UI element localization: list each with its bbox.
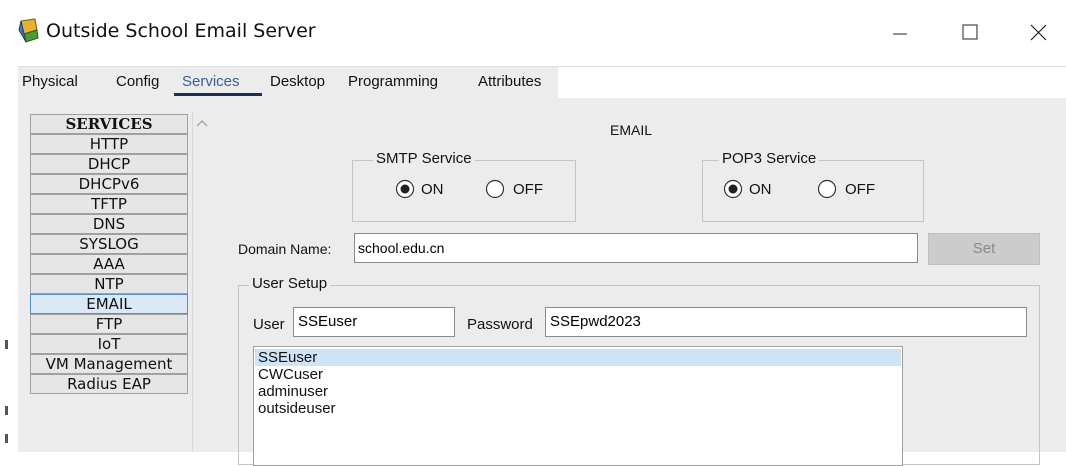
edge-mark	[5, 434, 8, 443]
sidebar-header: SERVICES	[30, 114, 188, 134]
sidebar-item-dhcp[interactable]: DHCP	[30, 154, 188, 174]
sidebar-item-http[interactable]: HTTP	[30, 134, 188, 154]
smtp-on-label: ON	[421, 181, 444, 198]
edge-mark	[5, 340, 8, 349]
window-title: Outside School Email Server	[46, 20, 316, 42]
sidebar-item-tftp[interactable]: TFTP	[30, 194, 188, 214]
pop3-service-group: POP3 Service ON OFF	[702, 150, 924, 222]
close-icon[interactable]	[1018, 14, 1058, 50]
list-item[interactable]: outsideuser	[255, 400, 901, 417]
user-label: User	[253, 316, 285, 333]
list-item[interactable]: CWCuser	[255, 366, 901, 383]
tab-attributes[interactable]: Attributes	[478, 73, 541, 90]
list-item[interactable]: adminuser	[255, 383, 901, 400]
sidebar-item-iot[interactable]: IoT	[30, 334, 188, 354]
sidebar-item-aaa[interactable]: AAA	[30, 254, 188, 274]
smtp-off-label: OFF	[513, 181, 543, 198]
tab-physical[interactable]: Physical	[22, 73, 78, 90]
pop3-on-radio[interactable]	[723, 179, 743, 199]
user-list[interactable]: SSEuser CWCuser adminuser outsideuser	[253, 346, 903, 466]
sidebar-item-syslog[interactable]: SYSLOG	[30, 234, 188, 254]
tab-bar: Physical Config Services Desktop Program…	[18, 66, 1066, 99]
set-button[interactable]: Set	[928, 233, 1040, 265]
domain-name-input[interactable]: school.edu.cn	[354, 233, 918, 263]
services-sidebar: SERVICES HTTP DHCP DHCPv6 TFTP DNS SYSLO…	[30, 114, 190, 454]
title-bar: Outside School Email Server	[0, 0, 1066, 62]
tab-programming[interactable]: Programming	[348, 73, 438, 90]
tab-desktop[interactable]: Desktop	[270, 73, 325, 90]
sidebar-item-dns[interactable]: DNS	[30, 214, 188, 234]
maximize-icon[interactable]	[950, 14, 990, 50]
sidebar-item-vm-management[interactable]: VM Management	[30, 354, 188, 374]
services-panel: SERVICES HTTP DHCP DHCPv6 TFTP DNS SYSLO…	[18, 98, 1066, 466]
email-section-title: EMAIL	[610, 122, 653, 138]
sidebar-scrollbar[interactable]	[192, 112, 213, 452]
tab-config[interactable]: Config	[116, 73, 159, 90]
sidebar-item-ftp[interactable]: FTP	[30, 314, 188, 334]
tab-services[interactable]: Services	[182, 73, 240, 90]
smtp-service-legend: SMTP Service	[373, 150, 475, 167]
pop3-on-label: ON	[749, 181, 772, 198]
tab-strip-filler	[558, 67, 1066, 99]
list-item[interactable]: SSEuser	[255, 349, 901, 366]
sidebar-item-email[interactable]: EMAIL	[30, 294, 188, 314]
smtp-service-group: SMTP Service ON OFF	[352, 150, 576, 222]
user-input[interactable]: SSEuser	[293, 307, 455, 337]
edge-mark	[5, 406, 8, 415]
sidebar-item-radius-eap[interactable]: Radius EAP	[30, 374, 188, 394]
smtp-off-radio[interactable]	[485, 179, 505, 199]
sidebar-item-ntp[interactable]: NTP	[30, 274, 188, 294]
active-tab-indicator	[174, 93, 262, 96]
scroll-up-arrow-icon[interactable]	[193, 114, 211, 134]
pop3-service-legend: POP3 Service	[719, 150, 820, 167]
password-label: Password	[467, 316, 533, 333]
pop3-off-radio[interactable]	[817, 179, 837, 199]
minimize-icon[interactable]	[880, 14, 920, 50]
user-setup-legend: User Setup	[249, 275, 331, 292]
server-app-icon	[18, 18, 39, 43]
pop3-off-label: OFF	[845, 181, 875, 198]
left-window-edge	[0, 62, 18, 452]
user-setup-group: User Setup User SSEuser Password SSEpwd2…	[238, 275, 1040, 466]
domain-name-label: Domain Name:	[238, 241, 332, 257]
smtp-on-radio[interactable]	[395, 179, 415, 199]
password-input[interactable]: SSEpwd2023	[545, 307, 1027, 337]
sidebar-item-dhcpv6[interactable]: DHCPv6	[30, 174, 188, 194]
